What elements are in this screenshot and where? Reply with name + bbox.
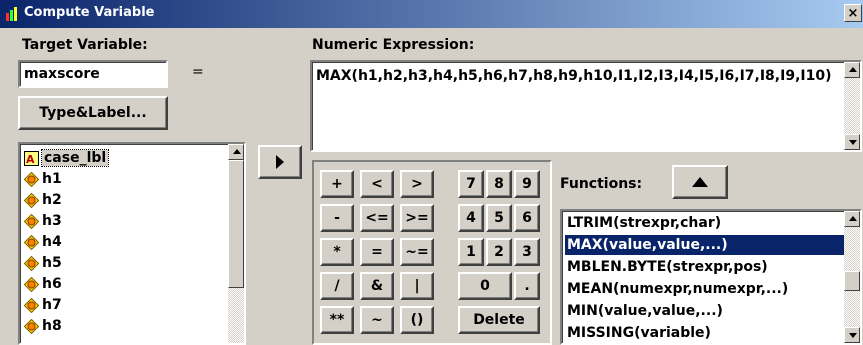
- close-button[interactable]: ×: [844, 4, 862, 22]
- expression-scroll-down-button[interactable]: [844, 134, 860, 150]
- functions-scrollbar[interactable]: [844, 211, 860, 343]
- function-item[interactable]: MIN(value,value,...): [565, 301, 847, 321]
- function-item[interactable]: LTRIM(strexpr,char): [565, 213, 847, 233]
- variable-name: h1: [42, 171, 62, 187]
- title-bar: Compute Variable ×: [0, 0, 863, 28]
- svg-text:A: A: [26, 153, 35, 166]
- move-to-expression-button[interactable]: [258, 145, 302, 179]
- keypad-button[interactable]: *: [320, 238, 354, 266]
- variable-item[interactable]: h4: [24, 232, 62, 252]
- function-item[interactable]: MAX(value,value,...): [565, 235, 847, 255]
- keypad-button[interactable]: +: [320, 170, 354, 198]
- up-arrow-icon: [692, 177, 708, 187]
- keypad-button[interactable]: =: [360, 238, 394, 266]
- keypad-button[interactable]: 6: [514, 204, 540, 232]
- target-variable-input[interactable]: maxscore: [18, 60, 168, 88]
- keypad-button[interactable]: 8: [486, 170, 512, 198]
- keypad-button[interactable]: <=: [360, 204, 394, 232]
- expression-scroll-up-button[interactable]: [844, 62, 860, 78]
- variable-name: h7: [42, 297, 62, 313]
- variable-item[interactable]: h1: [24, 169, 62, 189]
- scroll-up-icon: [849, 216, 857, 221]
- numeric-expression-text: MAX(h1,h2,h3,h4,h5,h6,h7,h8,h9,h10,I1,I2…: [316, 68, 832, 84]
- keypad-button[interactable]: .: [514, 272, 540, 300]
- variable-name: h5: [42, 255, 62, 271]
- equals-sign: =: [192, 64, 204, 80]
- keypad-button[interactable]: |: [400, 272, 434, 300]
- variable-name: h8: [42, 318, 62, 334]
- variable-list[interactable]: Acase_lbl h1 h2 h3 h4 h5 h6 h7 h8: [18, 142, 246, 345]
- keypad-button[interactable]: >: [400, 170, 434, 198]
- spss-icon: [6, 7, 17, 21]
- variable-item[interactable]: h3: [24, 211, 62, 231]
- target-variable-value: maxscore: [24, 66, 100, 82]
- scroll-up-button[interactable]: [228, 144, 244, 160]
- variable-item[interactable]: h6: [24, 274, 62, 294]
- variable-item[interactable]: h7: [24, 295, 62, 315]
- numeric-expression-input[interactable]: MAX(h1,h2,h3,h4,h5,h6,h7,h8,h9,h10,I1,I2…: [310, 60, 862, 152]
- variable-item[interactable]: h5: [24, 253, 62, 273]
- numeric-variable-icon: [24, 255, 39, 271]
- keypad-button[interactable]: ~=: [400, 238, 434, 266]
- expression-scrollbar[interactable]: [844, 62, 860, 150]
- functions-scroll-thumb[interactable]: [844, 271, 860, 291]
- functions-label: Functions:: [560, 176, 643, 192]
- scroll-thumb[interactable]: [228, 160, 244, 288]
- variable-item[interactable]: h8: [24, 316, 62, 336]
- keypad-button[interactable]: Delete: [458, 306, 540, 334]
- keypad-button[interactable]: **: [320, 306, 354, 334]
- target-variable-label: Target Variable:: [22, 37, 148, 53]
- variable-name: h2: [42, 192, 62, 208]
- paste-function-button[interactable]: [672, 165, 728, 199]
- window-title: Compute Variable: [24, 5, 155, 20]
- numeric-expression-label: Numeric Expression:: [312, 37, 475, 53]
- close-icon: ×: [847, 6, 859, 21]
- keypad-button[interactable]: &: [360, 272, 394, 300]
- function-item[interactable]: MISSING(variable): [565, 323, 847, 343]
- keypad-button[interactable]: 0: [458, 272, 512, 300]
- function-item[interactable]: MBLEN.BYTE(strexpr,pos): [565, 257, 847, 277]
- keypad-button[interactable]: <: [360, 170, 394, 198]
- keypad-button[interactable]: 9: [514, 170, 540, 198]
- right-arrow-icon: [276, 155, 284, 169]
- variable-item[interactable]: h2: [24, 190, 62, 210]
- numeric-variable-icon: [24, 213, 39, 229]
- variable-name: h3: [42, 213, 62, 229]
- string-variable-icon: A: [24, 150, 39, 166]
- keypad-button[interactable]: 1: [458, 238, 484, 266]
- keypad-button[interactable]: -: [320, 204, 354, 232]
- keypad-button[interactable]: (): [400, 306, 434, 334]
- functions-scroll-down-button[interactable]: [844, 327, 860, 343]
- numeric-variable-icon: [24, 276, 39, 292]
- variable-name: case_lbl: [40, 149, 110, 167]
- variable-name: h4: [42, 234, 62, 250]
- keypad-button[interactable]: ~: [360, 306, 394, 334]
- numeric-variable-icon: [24, 318, 39, 334]
- variable-item[interactable]: Acase_lbl: [24, 148, 110, 168]
- functions-list[interactable]: LTRIM(strexpr,char) MAX(value,value,...) M…: [560, 209, 862, 345]
- type-label-button[interactable]: Type&Label...: [18, 96, 168, 130]
- function-item[interactable]: MEAN(numexpr,numexpr,...): [565, 279, 847, 299]
- functions-scroll-up-button[interactable]: [844, 211, 860, 227]
- keypad-button[interactable]: >=: [400, 204, 434, 232]
- scroll-down-icon: [849, 333, 857, 338]
- keypad-button[interactable]: 4: [458, 204, 484, 232]
- keypad-button[interactable]: 2: [486, 238, 512, 266]
- keypad-button[interactable]: 7: [458, 170, 484, 198]
- variable-list-scrollbar[interactable]: [228, 144, 244, 343]
- scroll-down-icon: [849, 140, 857, 145]
- scroll-up-icon: [233, 149, 241, 154]
- keypad-button[interactable]: 5: [486, 204, 512, 232]
- numeric-variable-icon: [24, 297, 39, 313]
- numeric-variable-icon: [24, 171, 39, 187]
- keypad-button[interactable]: 3: [514, 238, 540, 266]
- keypad-button[interactable]: /: [320, 272, 354, 300]
- variable-name: h6: [42, 276, 62, 292]
- numeric-variable-icon: [24, 192, 39, 208]
- scroll-up-icon: [849, 67, 857, 72]
- numeric-variable-icon: [24, 234, 39, 250]
